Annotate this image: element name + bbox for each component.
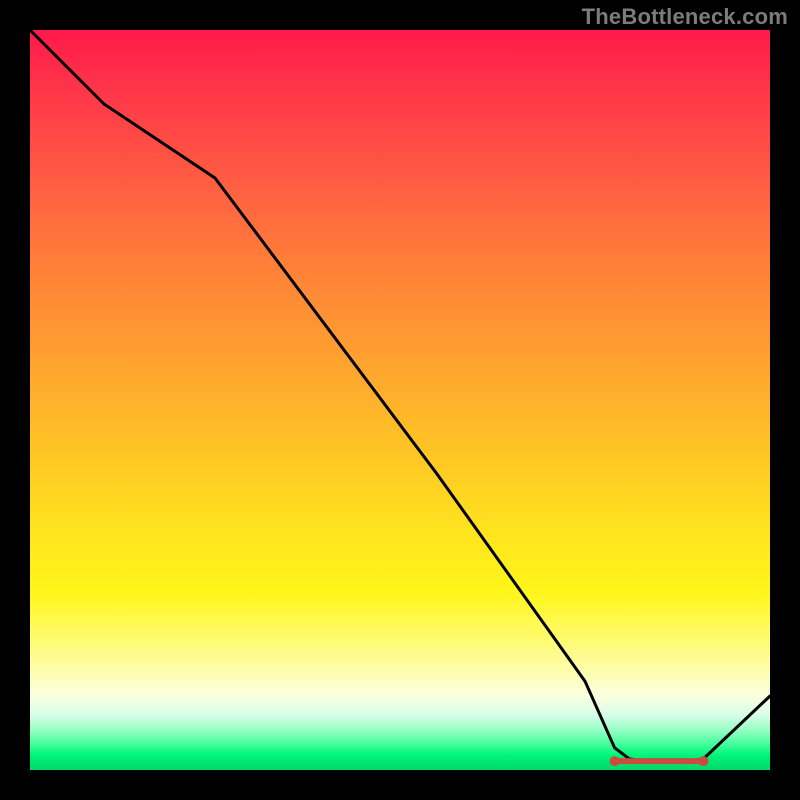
watermark-text: TheBottleneck.com (582, 4, 788, 30)
bottleneck-curve (30, 30, 770, 762)
highlight-dot-end (698, 756, 708, 766)
highlight-dot-start (610, 756, 620, 766)
chart-frame: TheBottleneck.com (0, 0, 800, 800)
plot-area (30, 30, 770, 770)
chart-overlay (30, 30, 770, 770)
